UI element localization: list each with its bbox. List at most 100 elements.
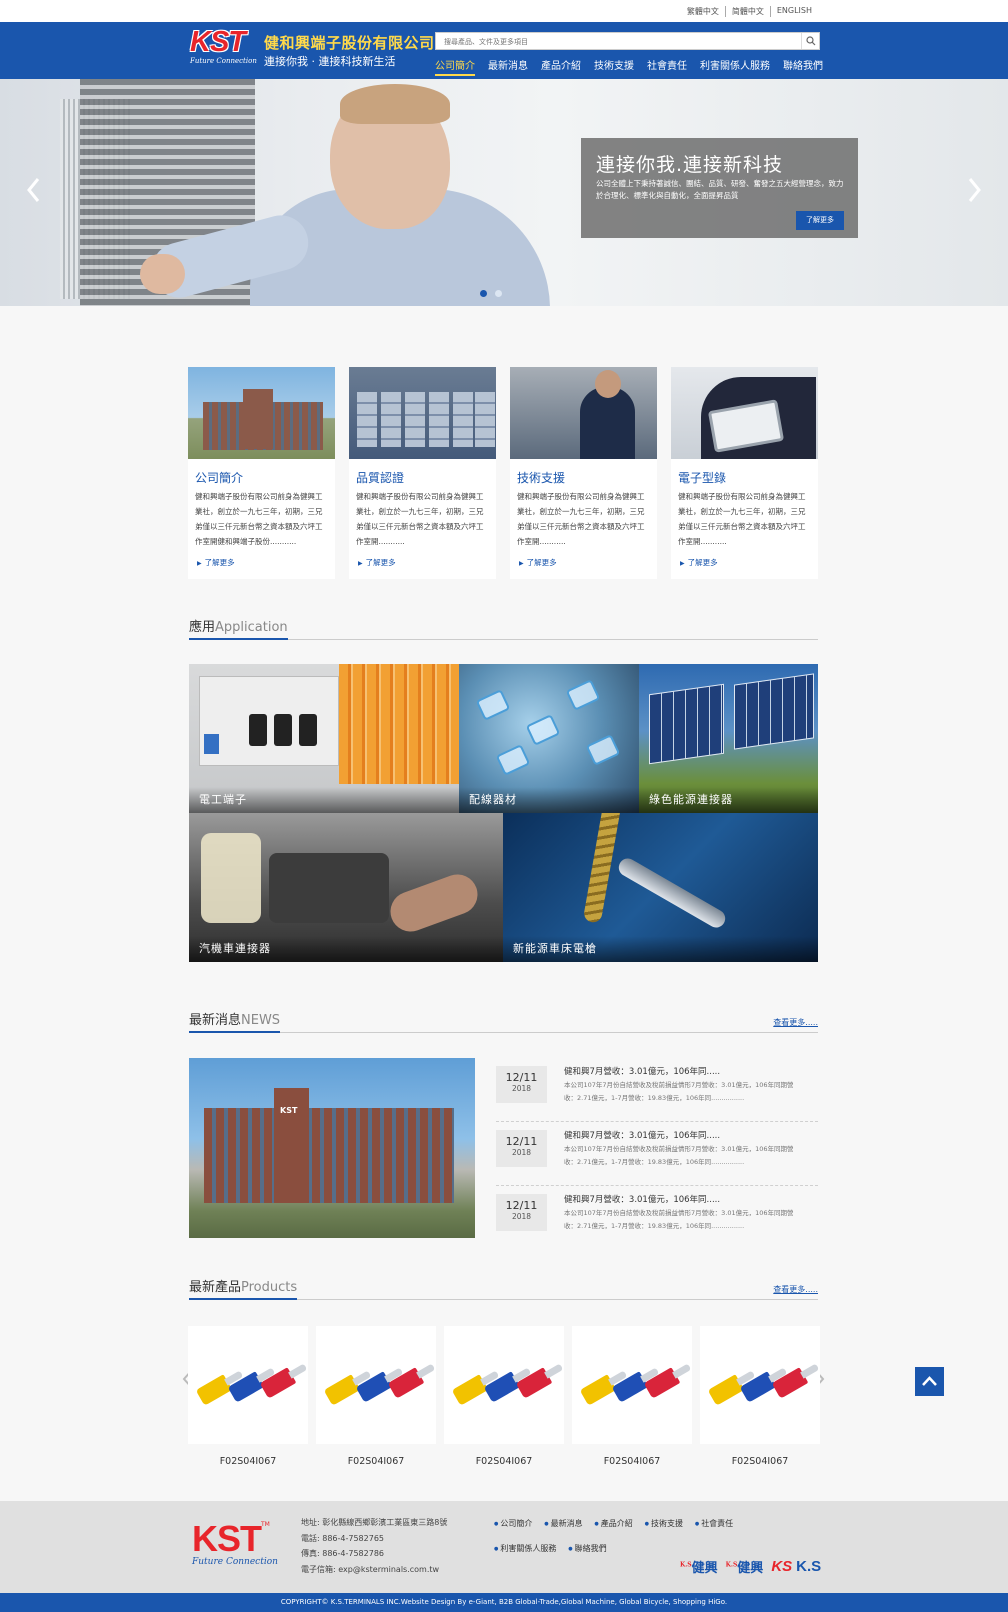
footer-link-csr[interactable]: 社會責任 (695, 1518, 733, 1529)
app-ev-charging-guns[interactable]: 新能源車床電槍 (503, 813, 818, 962)
app-automotive-connectors[interactable]: 汽機車連接器 (189, 813, 503, 962)
utility-bar: 繁體中文 简體中文 ENGLISH (0, 0, 1008, 22)
app-electrical-terminals[interactable]: 電工端子 (189, 664, 459, 813)
news-title[interactable]: 健和興7月營收：3.01億元，106年同..... (564, 1193, 720, 1205)
footer-link-contact[interactable]: 聯絡我們 (568, 1543, 607, 1554)
footer-logo[interactable]: KSTTM Future Connection (192, 1521, 278, 1568)
product-name[interactable]: F02S04I067 (572, 1456, 692, 1467)
card-title: 公司簡介 (195, 471, 244, 485)
card-quality[interactable]: 品質認證 健和興端子股份有限公司前身為健興工業社，創立於一九七三年，初期，三兄弟… (349, 367, 496, 579)
logo-text: KST (190, 26, 246, 58)
footer-link-products[interactable]: 產品介紹 (594, 1518, 633, 1529)
product-name[interactable]: F02S04I067 (700, 1456, 820, 1467)
news-title[interactable]: 健和興7月營收：3.01億元，106年同..... (564, 1065, 720, 1077)
card-text: 健和興端子股份有限公司前身為健興工業社，創立於一九七三年，初期，三兄弟僅以三仟元… (517, 492, 645, 546)
footer-link-tech[interactable]: 技術支援 (645, 1518, 683, 1529)
terminal-product-image (444, 1326, 564, 1444)
app-wiring-devices[interactable]: 配線器材 (459, 664, 639, 813)
app-label: 電工端子 (199, 793, 247, 806)
footer-address: 地址: 彰化縣線西鄉彰濱工業區東三路8號 (301, 1518, 448, 1527)
hero-pagination (480, 290, 510, 297)
chevron-left-icon[interactable] (24, 175, 44, 205)
footer-brand-logos: K.S健興 K.S健興 KS K.S (680, 1557, 821, 1576)
search-input[interactable] (436, 34, 786, 50)
card-text: 健和興端子股份有限公司前身為健興工業社，創立於一九七三年，初期，三兄弟僅以三仟元… (356, 492, 484, 546)
tablet-image (671, 367, 818, 459)
card-more-link[interactable]: 了解更多 (519, 557, 557, 568)
app-label: 新能源車床電槍 (513, 942, 597, 955)
brand-jianxing-ks-logo: K.S健興 (725, 1561, 764, 1576)
card-title: 技術支援 (517, 471, 566, 485)
company-building-image (188, 367, 335, 459)
nav-csr[interactable]: 社會責任 (647, 57, 687, 76)
card-text: 健和興端子股份有限公司前身為健興工業社，創立於一九七三年，初期，三兄弟僅以三仟元… (195, 492, 323, 546)
nav-contact[interactable]: 聯絡我們 (783, 57, 823, 76)
hero-description: 公司全體上下秉持著誠信、團結、品質、研發、奮發之五大經營理念，致力於合理化、標準… (596, 179, 844, 200)
card-title: 電子型錄 (678, 471, 727, 485)
news-summary: 本公司107年7月份自結營收及稅前損益情形7月營收：3.01億元，106年同期營… (564, 1145, 794, 1166)
footer-contact: 地址: 彰化縣線西鄉彰濱工業區東三路8號 電話: 886-4-7582765 傳… (301, 1515, 447, 1577)
language-switcher: 繁體中文 简體中文 ENGLISH (681, 6, 818, 17)
card-tech[interactable]: 技術支援 健和興端子股份有限公司前身為健興工業社，創立於一九七三年，初期，三兄弟… (510, 367, 657, 579)
brand-ks-text-logo: K.S (796, 1558, 822, 1575)
slide-dot-2[interactable] (495, 290, 502, 297)
news-item[interactable]: 12/11 2018 健和興7月營收：3.01億元，106年同..... 本公司… (496, 1122, 818, 1186)
app-green-energy-connectors[interactable]: 綠色能源連接器 (639, 664, 818, 813)
product-card[interactable]: F02S04I067 (316, 1326, 436, 1467)
nav-news[interactable]: 最新消息 (488, 57, 528, 76)
product-card[interactable]: F02S04I067 (572, 1326, 692, 1467)
news-title[interactable]: 健和興7月營收：3.01億元，106年同..... (564, 1129, 720, 1141)
product-name[interactable]: F02S04I067 (316, 1456, 436, 1467)
lang-english[interactable]: ENGLISH (769, 6, 818, 17)
card-catalog[interactable]: 電子型錄 健和興端子股份有限公司前身為健興工業社，創立於一九七三年，初期，三兄弟… (671, 367, 818, 579)
company-name: 健和興端子股份有限公司 (264, 34, 435, 52)
card-more-link[interactable]: 了解更多 (197, 557, 235, 568)
card-title: 品質認證 (356, 471, 405, 485)
product-name[interactable]: F02S04I067 (444, 1456, 564, 1467)
nav-stakeholders[interactable]: 利害關係人服務 (700, 57, 770, 76)
brand-jianxing-logo: K.S健興 (680, 1561, 718, 1576)
brand-ks-logo: KS (771, 1558, 793, 1575)
news-date: 12/11 2018 (496, 1130, 547, 1167)
footer-email[interactable]: 電子信箱: exp@ksterminals.com.tw (301, 1562, 447, 1578)
news-more-link[interactable]: 查看更多..... (773, 1017, 818, 1028)
news-date: 12/11 2018 (496, 1194, 547, 1231)
products-more-link[interactable]: 查看更多..... (773, 1284, 818, 1295)
card-more-link[interactable]: 了解更多 (358, 557, 396, 568)
terminal-product-image (316, 1326, 436, 1444)
copyright-bar: COPYRIGHT© K.S.TERMINALS INC.Website Des… (0, 1593, 1008, 1612)
news-item[interactable]: 12/11 2018 健和興7月營收：3.01億元，106年同..... 本公司… (496, 1186, 818, 1250)
kst-logo[interactable]: KST Future Connection (190, 26, 257, 71)
slide-dot-1[interactable] (480, 290, 487, 297)
company-slogan: 連接你我 · 連接科技新生活 (264, 55, 396, 68)
app-label: 配線器材 (469, 793, 517, 806)
footer-phone: 電話: 886-4-7582765 (301, 1533, 384, 1543)
footer-link-news[interactable]: 最新消息 (544, 1518, 583, 1529)
nav-about[interactable]: 公司簡介 (435, 57, 475, 76)
lang-simplified-chinese[interactable]: 简體中文 (724, 6, 770, 17)
footer-link-about[interactable]: 公司簡介 (494, 1518, 532, 1529)
news-building-image[interactable]: KST (189, 1058, 475, 1238)
card-text: 健和興端子股份有限公司前身為健興工業社，創立於一九七三年，初期，三兄弟僅以三仟元… (678, 492, 806, 546)
card-more-link[interactable]: 了解更多 (680, 557, 718, 568)
chevron-right-icon[interactable] (964, 175, 984, 205)
site-footer: KSTTM Future Connection 地址: 彰化縣線西鄉彰濱工業區東… (0, 1501, 1008, 1593)
hero-learn-more-button[interactable]: 了解更多 (796, 211, 844, 230)
main-nav: 公司簡介 最新消息 產品介紹 技術支援 社會責任 利害關係人服務 聯絡我們 (435, 57, 836, 76)
news-item[interactable]: 12/11 2018 健和興7月營收：3.01億元，106年同..... 本公司… (496, 1058, 818, 1122)
card-about[interactable]: 公司簡介 健和興端子股份有限公司前身為健興工業社，創立於一九七三年，初期，三兄弟… (188, 367, 335, 579)
nav-tech-support[interactable]: 技術支援 (594, 57, 634, 76)
product-name[interactable]: F02S04I067 (188, 1456, 308, 1467)
nav-products[interactable]: 產品介紹 (541, 57, 581, 76)
back-to-top-button[interactable] (915, 1367, 944, 1396)
footer-link-stakeholders[interactable]: 利害關係人服務 (494, 1543, 556, 1554)
product-card[interactable]: F02S04I067 (444, 1326, 564, 1467)
footer-fax: 傳真: 886-4-7582786 (301, 1549, 384, 1558)
lang-traditional-chinese[interactable]: 繁體中文 (681, 6, 725, 17)
products-heading: 最新產品Products 查看更多..... (189, 1276, 818, 1300)
search-button[interactable] (801, 33, 819, 49)
search-icon (806, 36, 816, 46)
feature-cards: 公司簡介 健和興端子股份有限公司前身為健興工業社，創立於一九七三年，初期，三兄弟… (188, 367, 832, 579)
product-card[interactable]: F02S04I067 (188, 1326, 308, 1467)
product-card[interactable]: F02S04I067 (700, 1326, 820, 1467)
